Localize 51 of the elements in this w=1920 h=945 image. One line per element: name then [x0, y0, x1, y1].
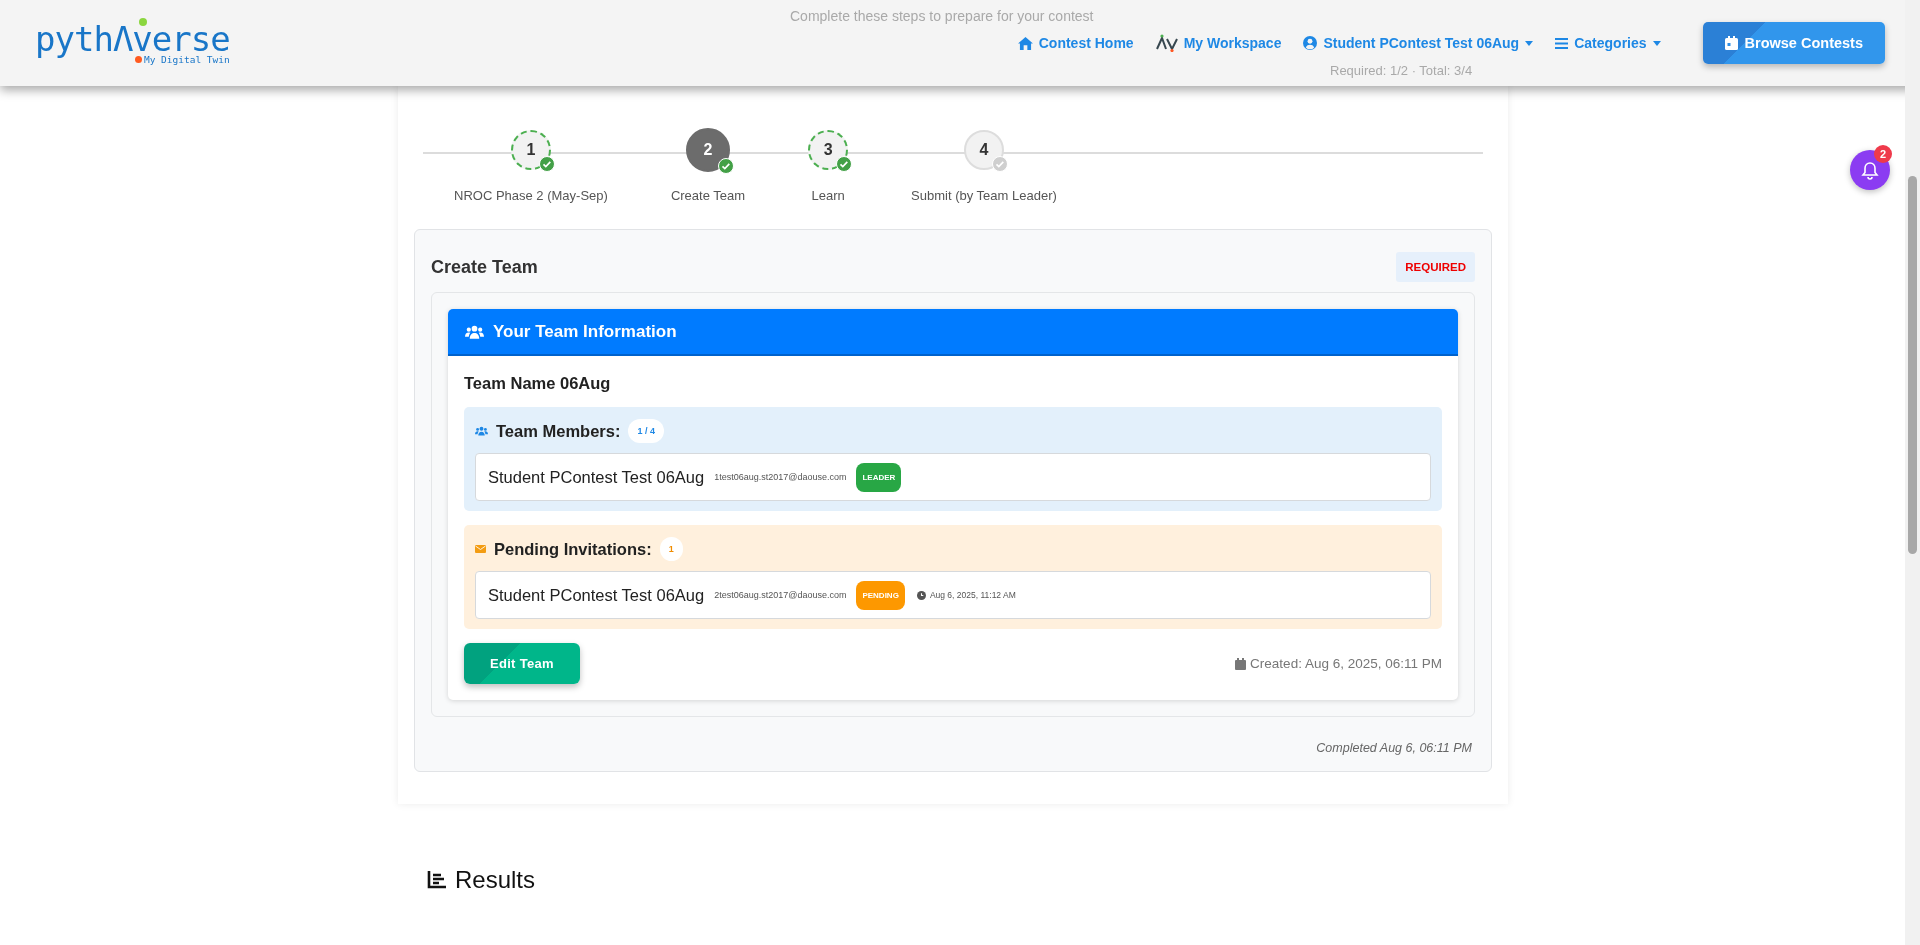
progress-text: Required: 1/2 · Total: 3/4 — [1330, 63, 1473, 78]
calendar-icon — [1235, 657, 1247, 670]
created-date: Created: Aug 6, 2025, 06:11 PM — [1250, 656, 1442, 671]
check-icon — [991, 156, 1008, 172]
section-title: Pending Invitations: — [494, 539, 652, 559]
check-icon — [718, 158, 734, 174]
nav-link[interactable]: Contest Home — [1017, 35, 1134, 51]
envelope-icon — [475, 545, 486, 553]
panel-title: Your Team Information — [493, 321, 677, 342]
scrollbar[interactable] — [1905, 0, 1920, 945]
logo[interactable]: pythΛverse My Digital Twin — [35, 21, 230, 65]
section-title: Team Members: — [496, 421, 621, 441]
users-icon — [475, 426, 488, 436]
workspace-logo-icon — [1155, 34, 1178, 52]
invite-time: Aug 6, 2025, 11:12 AM — [929, 590, 1016, 600]
check-icon — [538, 156, 555, 172]
page-subtitle: Complete these steps to prepare for your contest — [790, 8, 1094, 24]
nav-link[interactable]: Student PContest Test 06Aug — [1303, 35, 1534, 51]
member-count: 1 / 4 — [628, 419, 664, 443]
status-badge: LEADER — [856, 462, 902, 492]
completed-date: Completed Aug 6, 06:11 PM — [1315, 741, 1472, 755]
team-name: Team Name 06Aug — [464, 374, 612, 393]
step-label: Create Team — [670, 188, 746, 203]
menu-icon — [1555, 37, 1569, 49]
status-badge: PENDING — [856, 580, 905, 610]
bell-icon — [1861, 160, 1879, 180]
member-email: 1test06aug.st2017@daouse.com — [714, 472, 847, 482]
required-badge: REQUIRED — [1396, 252, 1475, 282]
notification-button[interactable] — [1850, 150, 1890, 190]
check-icon — [836, 156, 853, 172]
member-email: 2test06aug.st2017@daouse.com — [714, 590, 847, 600]
browse-contests-button[interactable]: Browse Contests — [1702, 22, 1885, 64]
section-heading: Results — [455, 866, 536, 894]
invitation-count: 1 — [659, 537, 683, 561]
nav-link[interactable]: Categories — [1555, 35, 1661, 51]
bar-chart-icon — [427, 870, 447, 890]
notification-count: 2 — [1874, 145, 1892, 163]
edit-team-button[interactable]: Edit Team — [464, 643, 580, 684]
member-name: Student PContest Test 06Aug — [488, 585, 705, 605]
step-label: NROC Phase 2 (May-Sep) — [454, 188, 608, 203]
card-title: Create Team — [431, 256, 538, 278]
nav-link[interactable]: My Workspace — [1155, 34, 1282, 52]
step-label: Submit (by Team Leader) — [911, 188, 1057, 203]
home-icon — [1017, 36, 1033, 50]
step-label: Learn — [811, 188, 845, 203]
clock-icon — [916, 590, 926, 600]
member-name: Student PContest Test 06Aug — [488, 467, 705, 487]
user-icon — [1303, 36, 1318, 50]
calendar-icon — [1724, 36, 1738, 50]
step-circle[interactable]: 3 — [808, 130, 849, 170]
users-icon — [465, 324, 484, 339]
